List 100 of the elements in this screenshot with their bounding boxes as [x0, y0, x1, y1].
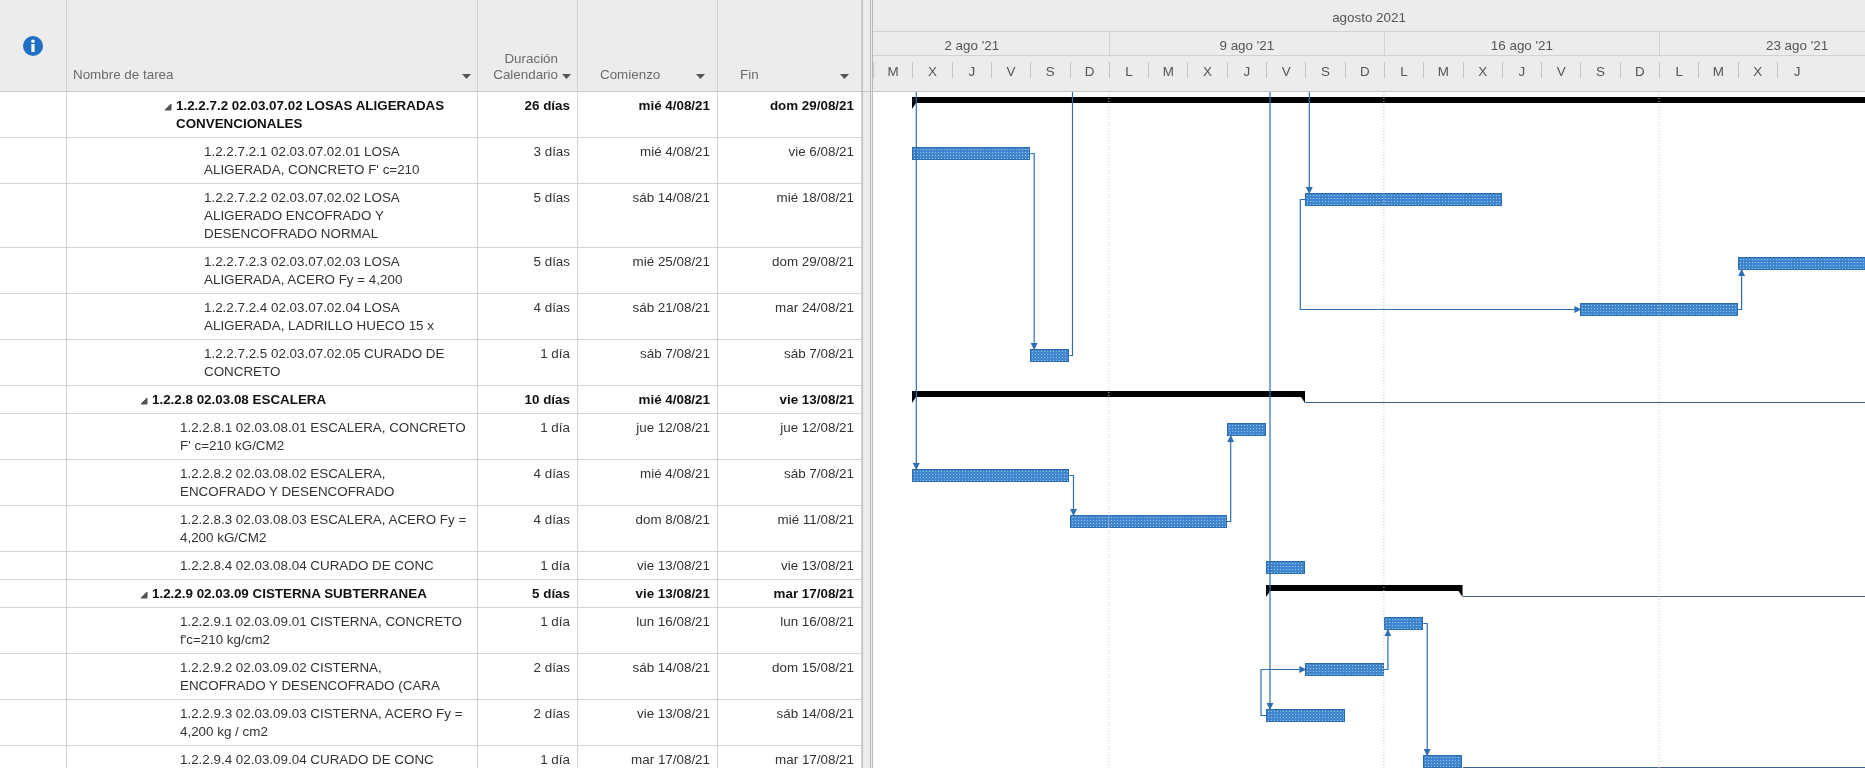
task-name: 1.2.2.9.3 02.03.09.03 CISTERNA, ACERO Fy = 4,200 kg / cm2 — [180, 705, 464, 741]
day-label: X — [1753, 64, 1763, 79]
task-name: 1.2.2.7.2.2 02.03.07.02.02 LOSA ALIGERADO ENCOFRADO Y DESENCOFRADO NORMAL — [204, 189, 401, 243]
task-name: 1.2.2.7.2.1 02.03.07.02.01 LOSA ALIGERADA, CONCRETO F' c=210 — [204, 143, 421, 179]
dropdown-icon[interactable] — [462, 74, 471, 79]
finish-date: mar 17/08/21 — [773, 586, 854, 601]
start-date: sáb 21/08/21 — [632, 300, 710, 315]
task-bar[interactable] — [912, 469, 1070, 482]
day-label: X — [927, 64, 937, 79]
task-bar[interactable] — [1423, 755, 1463, 768]
finish-date: sáb 7/08/21 — [784, 346, 854, 361]
info-icon — [23, 35, 43, 56]
finish-date: dom 15/08/21 — [772, 660, 854, 675]
start-date: vie 13/08/21 — [637, 706, 710, 721]
duration-value: 5 días — [533, 254, 570, 269]
finish-date: vie 13/08/21 — [781, 558, 854, 573]
start-date: sáb 14/08/21 — [632, 190, 710, 205]
dropdown-icon[interactable] — [840, 74, 849, 79]
day-label: M — [1437, 64, 1449, 79]
task-bar[interactable] — [1305, 193, 1502, 206]
task-name: 1.2.2.9.4 02.03.09.04 CURADO DE CONC — [180, 751, 434, 768]
day-label: X — [1478, 64, 1488, 79]
start-date: vie 13/08/21 — [637, 558, 710, 573]
finish-date: sáb 7/08/21 — [784, 466, 854, 481]
day-label: D — [1084, 64, 1095, 79]
week-label: 16 ago '21 — [1383, 32, 1659, 55]
day-label: L — [1400, 64, 1408, 79]
duration-value: 1 día — [540, 346, 570, 361]
start-date: mié 4/08/21 — [640, 144, 710, 159]
day-label: L — [1125, 64, 1133, 79]
task-bar[interactable] — [1383, 617, 1424, 630]
day-label: V — [1556, 64, 1566, 79]
duration-value: 5 días — [532, 586, 570, 601]
day-label: S — [1596, 64, 1605, 79]
link-arrow — [1737, 269, 1746, 311]
task-name: 1.2.2.8.3 02.03.08.03 ESCALERA, ACERO Fy = 4,200 kG/CM2 — [180, 511, 468, 547]
dropdown-icon[interactable] — [696, 74, 705, 79]
task-bar[interactable] — [1030, 349, 1070, 362]
start-date: mié 4/08/21 — [638, 98, 710, 113]
start-date: sáb 7/08/21 — [640, 346, 710, 361]
finish-date: lun 16/08/21 — [780, 614, 854, 629]
duration-value: 1 día — [540, 614, 570, 629]
day-label: D — [1359, 64, 1370, 79]
duration-value: 2 días — [533, 706, 570, 721]
finish-date: dom 29/08/21 — [769, 98, 854, 113]
dropdown-icon[interactable] — [562, 74, 571, 79]
task-name: 1.2.2.8 02.03.08 ESCALERA — [152, 391, 327, 409]
finish-date: mar 17/08/21 — [775, 752, 854, 767]
duration-value: 1 día — [540, 558, 570, 573]
link-arrow — [1068, 474, 1077, 516]
duration-value: 4 días — [533, 512, 570, 527]
task-bar[interactable] — [1069, 515, 1227, 528]
start-date: vie 13/08/21 — [635, 586, 710, 601]
link-arrow — [1383, 629, 1392, 671]
task-name: 1.2.2.8.2 02.03.08.02 ESCALERA, ENCOFRADO Y DESENCOFRADO — [180, 465, 396, 501]
duration-value: 4 días — [533, 466, 570, 481]
task-name: 1.2.2.7.2.4 02.03.07.02.04 LOSA ALIGERADA, LADRILLO HUECO 15 x — [204, 299, 435, 335]
start-date: mié 25/08/21 — [632, 254, 710, 269]
finish-date: dom 29/08/21 — [772, 254, 854, 269]
day-label: J — [1243, 64, 1251, 79]
task-name: 1.2.2.7.2.5 02.03.07.02.05 CURADO DE CONCRETO — [204, 345, 446, 381]
start-date: dom 8/08/21 — [635, 512, 710, 527]
column-header[interactable]: Fin — [740, 67, 759, 83]
task-bar[interactable] — [912, 147, 1031, 160]
duration-value: 3 días — [533, 144, 570, 159]
week-label: 23 ago '21 — [1659, 32, 1865, 55]
finish-date: vie 13/08/21 — [779, 392, 854, 407]
task-bar[interactable] — [1226, 423, 1266, 436]
start-date: jue 12/08/21 — [636, 420, 710, 435]
task-bar[interactable] — [1266, 709, 1345, 722]
finish-date: mié 18/08/21 — [776, 190, 854, 205]
finish-date: sáb 14/08/21 — [776, 706, 854, 721]
month-label: agosto 2021 — [1331, 9, 1407, 27]
column-header[interactable]: Nombre de tarea — [73, 67, 174, 83]
day-label: M — [1162, 64, 1174, 79]
start-date: mar 17/08/21 — [631, 752, 710, 767]
task-bar[interactable] — [1266, 561, 1306, 574]
duration-value: 4 días — [533, 300, 570, 315]
task-name: 1.2.2.7.2 02.03.07.02 LOSAS ALIGERADAS CONVENCIONALES — [176, 97, 446, 133]
column-header[interactable]: Comienzo — [600, 67, 661, 83]
finish-date: mié 11/08/21 — [777, 512, 854, 527]
start-date: mié 4/08/21 — [638, 392, 710, 407]
day-label: J — [968, 64, 976, 79]
day-label: S — [1320, 64, 1330, 79]
task-bar[interactable] — [1305, 663, 1384, 676]
day-label: L — [1675, 64, 1683, 79]
day-label: X — [1203, 64, 1212, 79]
duration-value: 2 días — [533, 660, 570, 675]
task-name: 1.2.2.8.4 02.03.08.04 CURADO DE CONC — [180, 557, 434, 575]
day-label: V — [1281, 64, 1291, 79]
day-label: J — [1518, 64, 1526, 79]
start-date: mié 4/08/21 — [640, 466, 710, 481]
day-label: J — [1793, 64, 1801, 79]
duration-value: 10 días — [524, 392, 570, 407]
week-label: 2 ago '21 — [873, 32, 1109, 55]
duration-value: 1 día — [540, 752, 570, 767]
task-name: 1.2.2.9.1 02.03.09.01 CISTERNA, CONCRETO f'c=210 kg/cm2 — [180, 613, 463, 649]
task-bar[interactable] — [1580, 303, 1738, 316]
duration-value: 26 días — [524, 98, 570, 113]
start-date: lun 16/08/21 — [636, 614, 710, 629]
